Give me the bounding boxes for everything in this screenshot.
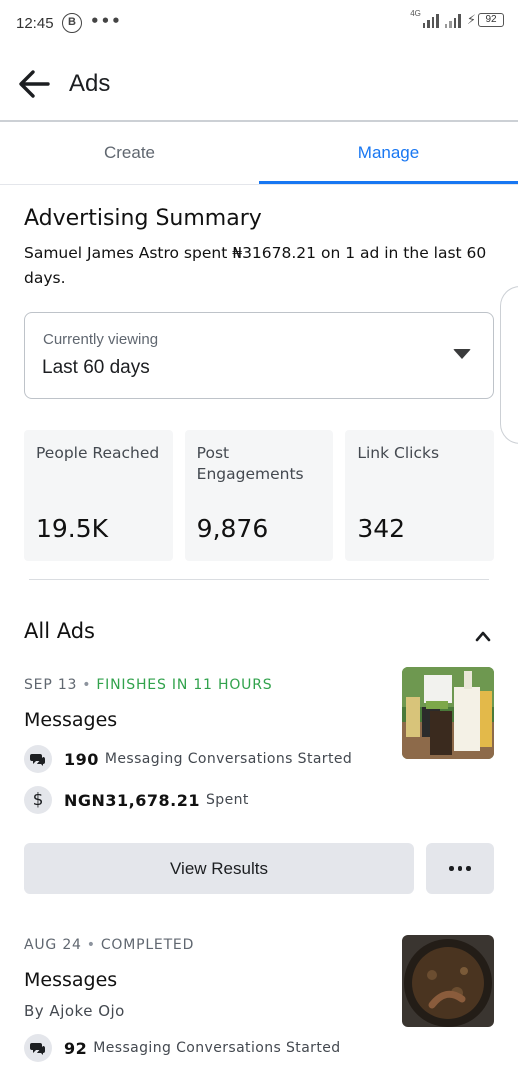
dropdown-value: Last 60 days [42, 357, 150, 378]
stat-value: 9,876 [196, 514, 269, 543]
all-ads-title: All Ads [24, 619, 95, 643]
status-right: 4G ⚡ 92 [410, 8, 504, 28]
stat-value: 19.5K [36, 514, 109, 543]
ad-date: SEP 13 [24, 677, 78, 693]
metric-value: 92 [64, 1038, 88, 1058]
tab-bar: Create Manage [0, 122, 518, 184]
ad-status: FINISHES IN 11 HOURS [96, 677, 273, 693]
charging-icon: ⚡ [466, 12, 476, 28]
ad-thumbnail-bowl[interactable] [402, 935, 494, 1027]
dot [449, 866, 454, 871]
dot [466, 866, 471, 871]
ad-card: SEP 13 • FINISHES IN 11 HOURS Messages 190… [24, 667, 494, 817]
b-badge-icon: B [62, 13, 82, 33]
metric-label: Messaging Conversations Started [104, 751, 353, 767]
network-type: 4G [410, 8, 421, 18]
tabs-divider [0, 184, 518, 185]
ad-meta: SEP 13 • FINISHES IN 11 HOURS [24, 677, 272, 693]
tab-create[interactable]: Create [0, 122, 259, 184]
view-results-button[interactable]: View Results [24, 843, 414, 894]
stat-label: Post Engagements [196, 444, 304, 483]
ad-card: AUG 24 • COMPLETED Messages By Ajoke Ojo 9… [24, 935, 494, 1077]
stat-label: Link Clicks [357, 444, 440, 462]
battery-level: 92 [478, 13, 504, 27]
signal-icon [422, 12, 439, 28]
date-range-dropdown[interactable]: Currently viewing Last 60 days [24, 312, 494, 399]
dot [457, 866, 463, 871]
back-arrow-icon[interactable] [16, 66, 52, 102]
stat-value: 342 [357, 514, 406, 543]
signal-2-icon [444, 12, 461, 28]
app-header: Ads [0, 50, 518, 120]
metric-conversations: 190 Messaging Conversations Started [24, 745, 352, 773]
metric-value: 190 [64, 749, 99, 769]
caret-down-icon [453, 349, 471, 359]
status-bar: 12:45 B ••• 4G ⚡ 92 [0, 0, 518, 46]
ad-author: By Ajoke Ojo [24, 1002, 125, 1020]
summary-title: Advertising Summary [24, 206, 262, 231]
page-title: Ads [69, 70, 111, 97]
metric-spent: $ NGN31,678.21 Spent [24, 786, 249, 814]
summary-text: Samuel James Astro spent ₦31678.21 on 1 … [24, 244, 487, 287]
dollar-icon: $ [24, 786, 52, 814]
metric-value: NGN31,678.21 [64, 790, 200, 810]
ad-meta: AUG 24 • COMPLETED [24, 937, 194, 953]
dropdown-label: Currently viewing [43, 331, 159, 348]
section-divider [29, 579, 489, 580]
chat-bubbles-icon [24, 1034, 52, 1062]
status-time: 12:45 [16, 15, 54, 32]
stat-people-reached: People Reached 19.5K [24, 430, 173, 561]
separator-dot: • [82, 677, 92, 693]
side-handle[interactable] [500, 286, 518, 444]
stat-label: People Reached [36, 444, 160, 462]
ad-name[interactable]: Messages [24, 969, 117, 991]
battery-icon: ⚡ 92 [467, 13, 504, 28]
chevron-up-icon[interactable] [475, 628, 491, 644]
ad-thumbnail-products[interactable] [402, 667, 494, 759]
stats-row: People Reached 19.5K Post Engagements 9,… [24, 430, 495, 561]
chat-bubbles-icon [24, 745, 52, 773]
tab-manage[interactable]: Manage [259, 122, 518, 184]
stat-link-clicks: Link Clicks 342 [345, 430, 495, 561]
metric-conversations: 92 Messaging Conversations Started [24, 1034, 341, 1062]
ad-status: COMPLETED [100, 937, 195, 953]
ad-name[interactable]: Messages [24, 709, 117, 731]
ad-date: AUG 24 [24, 937, 82, 953]
stat-post-engagements: Post Engagements 9,876 [184, 430, 334, 561]
more-notifications-icon: ••• [90, 12, 122, 30]
metric-label: Messaging Conversations Started [93, 1040, 341, 1056]
separator-dot: • [86, 937, 96, 953]
more-options-button[interactable] [426, 843, 494, 894]
metric-label: Spent [206, 792, 249, 808]
